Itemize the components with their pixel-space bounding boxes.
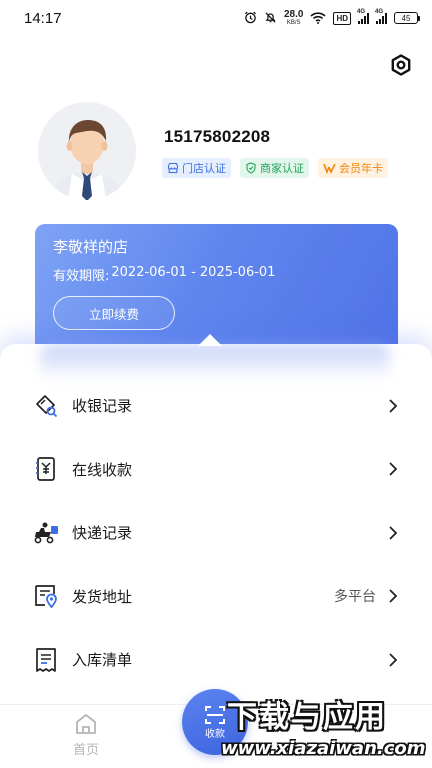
signal-icon-2: 4G xyxy=(375,9,387,24)
online-payment-icon xyxy=(32,455,60,483)
network-speed-unit: KB/S xyxy=(286,20,301,26)
chevron-right-icon xyxy=(386,653,400,667)
shield-icon xyxy=(246,162,256,174)
nav-home-label: 首页 xyxy=(72,743,99,758)
menu-item-shipping-address[interactable]: 发货地址 多平台 xyxy=(0,565,432,629)
menu-item-courier-records[interactable]: 快递记录 xyxy=(0,501,432,565)
hd-badge: HD xyxy=(333,11,351,25)
member-annual-card-badge[interactable]: 会员年卡 xyxy=(318,158,388,178)
site-watermark: 下载与应用 www.xiazaiwan.com xyxy=(213,690,432,768)
validity-label: 有效期限: xyxy=(53,269,110,284)
mute-bell-icon xyxy=(264,9,277,28)
settings-button[interactable] xyxy=(388,52,414,78)
home-icon xyxy=(76,714,96,734)
vip-icon xyxy=(323,163,336,174)
address-icon xyxy=(32,582,60,610)
menu-panel: 收银记录 在线收款 快递记录 发货地址 多平台 入库清单 xyxy=(0,334,432,704)
validity-period: 有效期限: 2022-06-01 - 2025-06-01 xyxy=(53,265,380,284)
renew-button[interactable]: 立即续费 xyxy=(53,296,175,330)
status-bar: 14:17 28.0 KB/S HD 4G 4G 45 xyxy=(0,0,432,36)
menu-item-label: 快递记录 xyxy=(72,524,133,543)
avatar[interactable] xyxy=(38,102,136,200)
wifi-icon xyxy=(310,9,326,28)
battery-level: 45 xyxy=(401,13,411,23)
battery-icon: 45 xyxy=(394,12,420,24)
status-icons: 28.0 KB/S HD 4G 4G 45 xyxy=(244,9,420,28)
merchant-certified-badge[interactable]: 商家认证 xyxy=(240,158,309,178)
cashier-record-icon xyxy=(32,392,60,420)
panel-notch xyxy=(198,334,222,346)
chevron-right-icon xyxy=(386,399,400,413)
member-annual-card-label: 会员年卡 xyxy=(339,162,383,175)
chevron-right-icon xyxy=(386,526,400,540)
network-speed-value: 28.0 xyxy=(283,9,304,20)
chevron-right-icon xyxy=(386,589,400,603)
watermark-title: 下载与应用 xyxy=(227,700,387,735)
menu-item-label: 入库清单 xyxy=(72,651,133,670)
alarm-icon xyxy=(244,9,257,28)
shop-name: 李敬祥的店 xyxy=(53,238,129,256)
watermark-url: www.xiazaiwan.com xyxy=(221,738,426,759)
menu-item-label: 收银记录 xyxy=(72,397,133,416)
menu-item-online-payment[interactable]: 在线收款 xyxy=(0,438,432,502)
network-speed: 28.0 KB/S xyxy=(283,9,304,27)
user-phone-number: 15175802208 xyxy=(164,127,271,146)
nav-home[interactable]: 首页 xyxy=(62,711,110,758)
menu-list: 收银记录 在线收款 快递记录 发货地址 多平台 入库清单 xyxy=(0,374,432,692)
signal-icon: 4G xyxy=(357,9,369,24)
gear-icon xyxy=(391,54,411,76)
user-avatar-illustration xyxy=(50,120,124,200)
chevron-right-icon xyxy=(386,462,400,476)
menu-item-label: 发货地址 xyxy=(72,587,133,606)
menu-item-inventory-list[interactable]: 入库清单 xyxy=(0,628,432,692)
inventory-list-icon xyxy=(32,646,60,674)
menu-item-cashier-records[interactable]: 收银记录 xyxy=(0,374,432,438)
signal-1-label: 4G xyxy=(357,9,366,15)
status-time: 14:17 xyxy=(24,9,62,27)
courier-icon xyxy=(32,519,60,547)
store-certified-label: 门店认证 xyxy=(182,162,226,175)
signal-2-label: 4G xyxy=(375,9,384,15)
menu-item-extra: 多平台 xyxy=(334,589,376,606)
store-certified-badge[interactable]: 门店认证 xyxy=(162,158,231,178)
validity-range: 2022-06-01 - 2025-06-01 xyxy=(111,265,276,280)
store-icon xyxy=(167,162,179,174)
merchant-certified-label: 商家认证 xyxy=(260,162,304,175)
certification-badges: 门店认证 商家认证 会员年卡 xyxy=(162,158,388,178)
menu-item-label: 在线收款 xyxy=(72,460,133,479)
